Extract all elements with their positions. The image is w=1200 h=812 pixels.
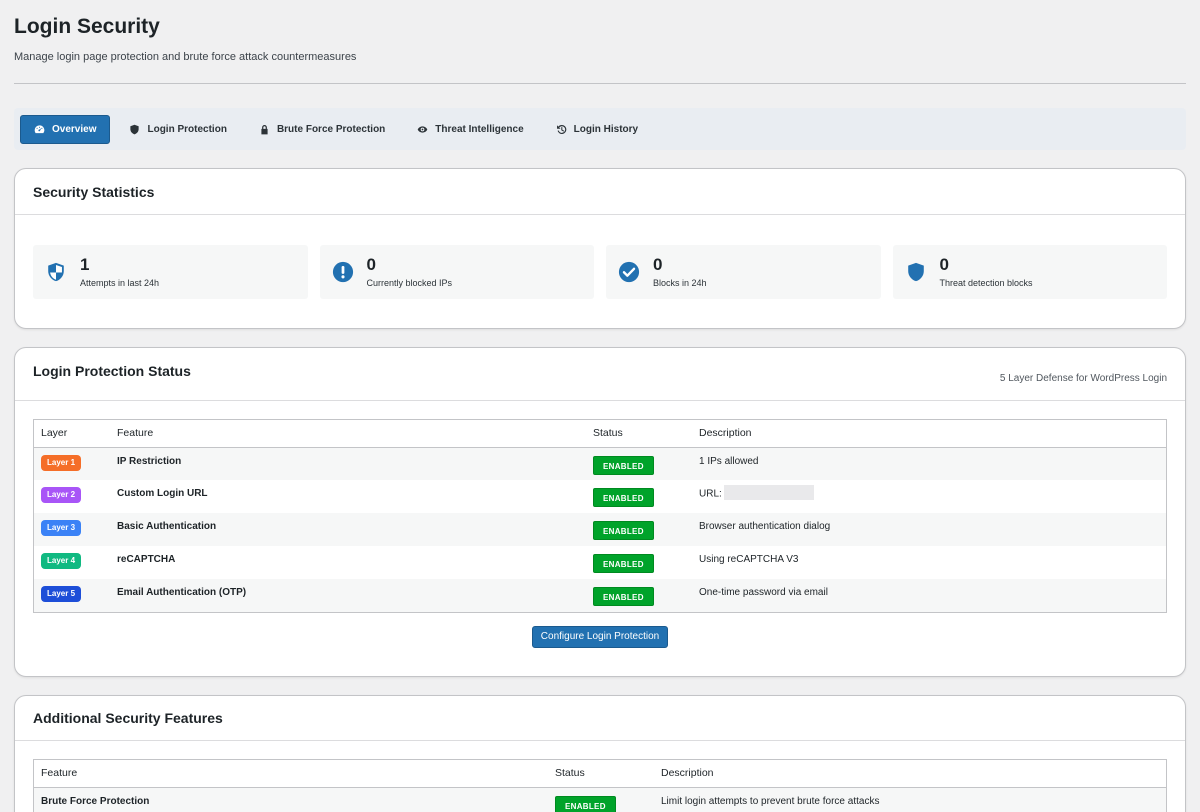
tab-threat-intelligence[interactable]: Threat Intelligence — [404, 115, 536, 144]
tab-login-protection[interactable]: Login Protection — [116, 115, 239, 144]
layer-badge: Layer 5 — [41, 586, 82, 602]
column-header: Layer — [34, 420, 110, 448]
tab-label: Login History — [573, 123, 639, 135]
feature-name: Brute Force Protection — [41, 795, 150, 807]
shield-icon — [130, 124, 140, 134]
card-header: Security Statistics — [15, 169, 1185, 215]
column-header: Description — [692, 420, 1166, 448]
stat-value: 0 — [366, 255, 376, 274]
description: Limit login attempts to prevent brute fo… — [661, 795, 880, 807]
additional-table-wrap: Feature Status Description Brute Force P… — [33, 759, 1167, 812]
tab-overview[interactable]: Overview — [20, 114, 111, 144]
stat-text: 1 Attempts in last 24h — [80, 255, 160, 289]
tab-label: Login Protection — [147, 123, 227, 135]
card-title: Security Statistics — [33, 183, 155, 200]
additional-table: Feature Status Description Brute Force P… — [34, 760, 1166, 812]
stat-value: 0 — [653, 255, 663, 274]
stat-text: 0 Blocks in 24h — [653, 255, 707, 289]
tab-bar: Overview Login Protection Brute Force Pr… — [14, 108, 1186, 150]
description: Browser authentication dialog — [699, 521, 831, 532]
protection-table: Layer Feature Status Description Layer 1… — [34, 420, 1166, 612]
additional-security-features-card: Additional Security Features Feature Sta… — [14, 695, 1186, 812]
stat-value: 1 — [80, 255, 90, 274]
redacted-url — [723, 485, 814, 500]
card-header: Additional Security Features — [15, 696, 1185, 741]
column-header: Status — [548, 760, 654, 788]
table-row: Layer 5 Email Authentication (OTP) ENABL… — [34, 579, 1166, 612]
column-header: Description — [654, 760, 1166, 788]
stat-label: Blocks in 24h — [653, 278, 707, 288]
layer-badge: Layer 2 — [41, 487, 82, 503]
tab-brute-force-protection[interactable]: Brute Force Protection — [246, 115, 398, 144]
feature-name: Email Authentication (OTP) — [117, 587, 247, 598]
description: One-time password via email — [699, 587, 828, 598]
configure-login-protection-button[interactable]: Configure Login Protection — [531, 626, 669, 648]
stat-threat-blocks: 0 Threat detection blocks — [892, 245, 1167, 299]
status-badge: ENABLED — [555, 795, 616, 812]
stat-text: 0 Currently blocked IPs — [366, 255, 453, 289]
description: Using reCAPTCHA V3 — [699, 554, 799, 565]
table-row: Layer 1 IP Restriction ENABLED 1 IPs all… — [34, 447, 1166, 480]
description: 1 IPs allowed — [699, 455, 759, 467]
feature-name: Custom Login URL — [117, 488, 208, 499]
layer-badge: Layer 1 — [41, 454, 82, 471]
page: Login Security Manage login page protect… — [0, 0, 1200, 812]
security-statistics-card: Security Statistics 1 Attempts in last 2… — [14, 168, 1186, 329]
status-badge: ENABLED — [593, 554, 654, 573]
check-circle-icon — [618, 261, 640, 283]
card-header: Login Protection Status 5 Layer Defense … — [15, 348, 1185, 401]
tab-label: Overview — [52, 123, 97, 135]
column-header: Status — [586, 420, 692, 448]
layer-badge: Layer 3 — [41, 520, 82, 536]
protection-table-wrap: Layer Feature Status Description Layer 1… — [33, 419, 1167, 613]
feature-name: reCAPTCHA — [117, 554, 176, 565]
card-title: Login Protection Status — [33, 363, 191, 379]
stat-label: Attempts in last 24h — [80, 278, 160, 288]
card-meta: 5 Layer Defense for WordPress Login — [999, 372, 1167, 384]
stat-blocked-ips: 0 Currently blocked IPs — [319, 245, 594, 299]
stat-label: Threat detection blocks — [939, 278, 1033, 288]
feature-name: IP Restriction — [117, 455, 182, 467]
table-row: Brute Force Protection ENABLED Limit log… — [34, 787, 1166, 812]
tab-label: Brute Force Protection — [276, 123, 386, 135]
status-badge: ENABLED — [593, 455, 654, 475]
table-row: Layer 2 Custom Login URL ENABLED URL: — [34, 480, 1166, 513]
table-header-row: Layer Feature Status Description — [34, 420, 1166, 448]
dashboard-icon — [34, 124, 45, 133]
eye-icon — [417, 125, 428, 133]
tab-login-history[interactable]: Login History — [543, 115, 651, 144]
column-header: Feature — [110, 420, 586, 448]
stats-row: 1 Attempts in last 24h 0 Currently block… — [15, 215, 1185, 299]
table-header-row: Feature Status Description — [34, 760, 1166, 788]
button-row: Configure Login Protection — [15, 626, 1185, 648]
divider — [14, 83, 1186, 84]
stat-value: 0 — [939, 255, 949, 274]
tab-label: Threat Intelligence — [435, 123, 524, 135]
status-badge: ENABLED — [593, 521, 654, 540]
lock-icon — [261, 124, 268, 134]
history-icon — [556, 124, 566, 134]
login-protection-status-card: Login Protection Status 5 Layer Defense … — [14, 347, 1186, 677]
description: URL: — [699, 488, 722, 500]
status-badge: ENABLED — [593, 587, 654, 606]
page-title: Login Security — [14, 15, 160, 38]
shield-half-icon — [48, 262, 64, 282]
status-badge: ENABLED — [593, 488, 654, 507]
shield-icon — [907, 262, 924, 282]
exclamation-circle-icon — [332, 261, 353, 283]
column-header: Feature — [34, 760, 548, 788]
table-row: Layer 4 reCAPTCHA ENABLED Using reCAPTCH… — [34, 546, 1166, 579]
stat-attempts: 1 Attempts in last 24h — [33, 245, 308, 299]
feature-name: Basic Authentication — [117, 521, 217, 532]
layer-badge: Layer 4 — [41, 553, 82, 569]
stat-text: 0 Threat detection blocks — [939, 255, 1033, 289]
stat-label: Currently blocked IPs — [366, 278, 453, 288]
card-title: Additional Security Features — [33, 710, 223, 726]
table-row: Layer 3 Basic Authentication ENABLED Bro… — [34, 513, 1166, 546]
page-subtitle: Manage login page protection and brute f… — [14, 51, 357, 63]
stat-blocks-24h: 0 Blocks in 24h — [606, 245, 881, 299]
